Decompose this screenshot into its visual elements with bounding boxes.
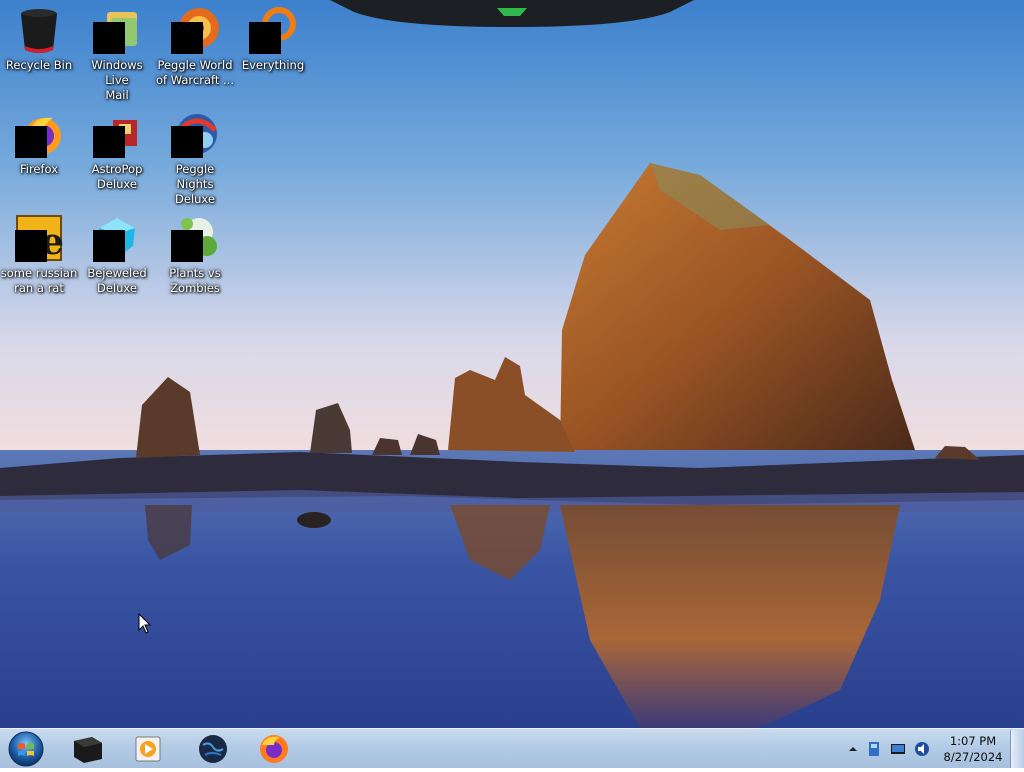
windows-orb-icon (8, 731, 44, 767)
globe-browser-icon (199, 735, 227, 763)
redacted-overlay (171, 230, 203, 262)
firefox-icon (260, 735, 288, 763)
chevron-up-icon[interactable] (845, 741, 861, 757)
desktop-icon-astropop-deluxe[interactable]: AstroPop Deluxe (78, 104, 156, 204)
show-desktop-button[interactable] (1010, 730, 1024, 768)
network-icon[interactable] (890, 741, 906, 757)
plants-vs-zombies-icon (171, 214, 219, 262)
redacted-overlay (15, 230, 47, 262)
script-file-icon: e (15, 214, 64, 263)
desktop-icon-label: Plants vs Zombies (169, 266, 221, 295)
desktop-icon-label: Peggle Nights Deluxe (175, 162, 215, 206)
volume-icon[interactable] (914, 741, 930, 757)
desktop[interactable]: Recycle Bin Windows Live Mail Peggle Wor… (0, 0, 1024, 728)
peggle-nights-icon (171, 110, 219, 158)
desktop-icon-label: Everything (241, 58, 305, 72)
desktop-icon-bejeweled-deluxe[interactable]: Bejeweled Deluxe (78, 208, 156, 308)
desktop-icon-plants-vs-zombies[interactable]: Plants vs Zombies (156, 208, 234, 308)
desktop-icon-label: Peggle World of Warcraft ... (156, 58, 234, 87)
redacted-overlay (171, 126, 203, 158)
taskbar[interactable]: 1:07 PM 8/27/2024 (0, 728, 1024, 768)
desktop-icon-label: Recycle Bin (5, 58, 73, 72)
clock-date: 8/27/2024 (943, 750, 1003, 764)
taskbar-pinned-cube-app[interactable] (62, 731, 114, 767)
mail-icon (93, 6, 141, 54)
astropop-icon (93, 110, 141, 158)
media-player-icon (135, 736, 161, 762)
desktop-icon-peggle-world-of-warcraft[interactable]: Peggle World of Warcraft ... (156, 0, 234, 100)
desktop-icon-label: AstroPop Deluxe (91, 162, 143, 191)
desktop-icon-some-russian-ran-a-rat[interactable]: e some russian ran a rat (0, 208, 78, 308)
redacted-overlay (15, 126, 47, 158)
system-clock[interactable]: 1:07 PM 8/27/2024 (938, 733, 1008, 765)
action-center-icon[interactable] (866, 741, 882, 757)
redacted-overlay (93, 22, 125, 54)
desktop-icon-label: Bejeweled Deluxe (87, 266, 147, 295)
desktop-icon-peggle-nights-deluxe[interactable]: Peggle Nights Deluxe (156, 104, 234, 206)
taskbar-pinned-media-player[interactable] (122, 731, 174, 767)
start-button[interactable] (6, 730, 46, 768)
desktop-icon-label: some russian ran a rat (0, 266, 78, 295)
top-gadget-bar[interactable] (330, 0, 694, 28)
redacted-overlay (93, 230, 125, 262)
redacted-overlay (171, 22, 203, 54)
firefox-icon (15, 110, 63, 158)
desktop-icon-recycle-bin[interactable]: Recycle Bin (0, 0, 78, 100)
redacted-overlay (249, 22, 281, 54)
clock-time: 1:07 PM (949, 734, 997, 748)
everything-search-icon (249, 6, 297, 54)
taskbar-pinned-globe-browser[interactable] (187, 731, 239, 767)
taskbar-pinned-firefox[interactable] (248, 731, 300, 767)
mouse-pointer-icon (138, 613, 152, 634)
desktop-icon-windows-live-mail[interactable]: Windows Live Mail (78, 0, 156, 102)
peggle-warcraft-icon (171, 6, 219, 54)
desktop-icon-everything[interactable]: Everything (234, 0, 312, 100)
recycle-bin-icon (15, 6, 63, 54)
desktop-icon-firefox[interactable]: Firefox (0, 104, 78, 204)
cube-app-icon (74, 737, 102, 763)
bejeweled-gem-icon (93, 214, 141, 262)
redacted-overlay (93, 126, 125, 158)
desktop-icon-label: Firefox (19, 162, 59, 176)
desktop-icon-label: Windows Live Mail (91, 58, 143, 102)
